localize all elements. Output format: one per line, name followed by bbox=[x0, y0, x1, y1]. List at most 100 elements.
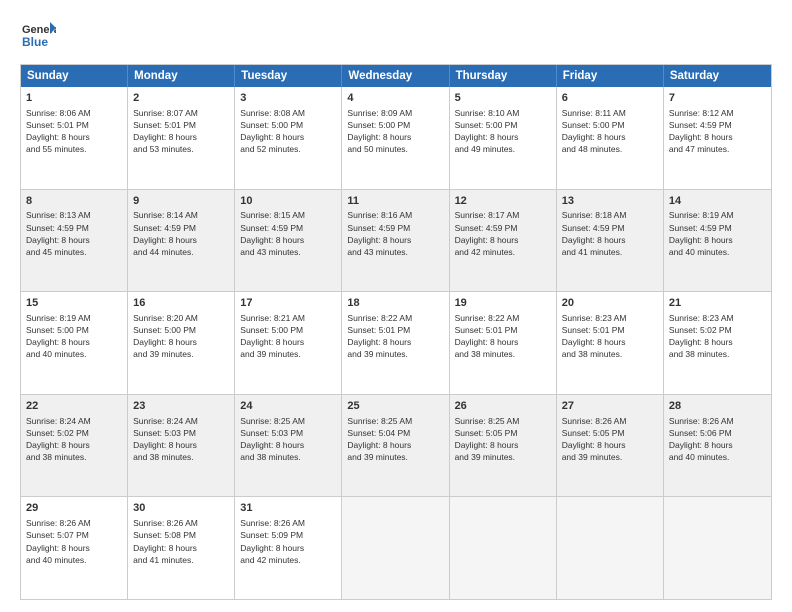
calendar-cell: 26 Sunrise: 8:25 AMSunset: 5:05 PMDayligh… bbox=[450, 395, 557, 497]
day-number: 6 bbox=[562, 91, 658, 106]
calendar-cell: 1 Sunrise: 8:06 AMSunset: 5:01 PMDaylight… bbox=[21, 87, 128, 189]
cell-info: Sunrise: 8:10 AMSunset: 5:00 PMDaylight:… bbox=[455, 108, 520, 154]
calendar: SundayMondayTuesdayWednesdayThursdayFrid… bbox=[20, 64, 772, 600]
day-number: 12 bbox=[455, 194, 551, 209]
calendar-cell: 19Sunrise: 8:22 AMSunset: 5:01 PMDayligh… bbox=[450, 292, 557, 394]
day-number: 19 bbox=[455, 296, 551, 311]
day-number: 16 bbox=[133, 296, 229, 311]
cell-info: Sunrise: 8:21 AMSunset: 5:00 PMDaylight:… bbox=[240, 313, 305, 359]
day-number: 1 bbox=[26, 91, 122, 106]
calendar-cell: 18Sunrise: 8:22 AMSunset: 5:01 PMDayligh… bbox=[342, 292, 449, 394]
day-number: 10 bbox=[240, 194, 336, 209]
calendar-cell: 7 Sunrise: 8:12 AMSunset: 4:59 PMDaylight… bbox=[664, 87, 771, 189]
cell-info: Sunrise: 8:25 AMSunset: 5:05 PMDaylight:… bbox=[455, 416, 520, 462]
day-number: 21 bbox=[669, 296, 766, 311]
page: General Blue SundayMondayTuesdayWednesda… bbox=[0, 0, 792, 612]
calendar-cell: 16 Sunrise: 8:20 AMSunset: 5:00 PMDayligh… bbox=[128, 292, 235, 394]
cell-info: Sunrise: 8:23 AMSunset: 5:01 PMDaylight:… bbox=[562, 313, 627, 359]
cell-info: Sunrise: 8:15 AMSunset: 4:59 PMDaylight:… bbox=[240, 210, 305, 256]
cell-info: Sunrise: 8:06 AMSunset: 5:01 PMDaylight:… bbox=[26, 108, 91, 154]
cell-info: Sunrise: 8:18 AMSunset: 4:59 PMDaylight:… bbox=[562, 210, 627, 256]
day-number: 4 bbox=[347, 91, 443, 106]
cell-info: Sunrise: 8:26 AMSunset: 5:09 PMDaylight:… bbox=[240, 518, 305, 564]
calendar-cell: 17Sunrise: 8:21 AMSunset: 5:00 PMDayligh… bbox=[235, 292, 342, 394]
calendar-cell: 2Sunrise: 8:07 AMSunset: 5:01 PMDaylight… bbox=[128, 87, 235, 189]
day-number: 23 bbox=[133, 399, 229, 414]
calendar-cell: 22Sunrise: 8:24 AMSunset: 5:02 PMDayligh… bbox=[21, 395, 128, 497]
cell-info: Sunrise: 8:26 AMSunset: 5:07 PMDaylight:… bbox=[26, 518, 91, 564]
calendar-cell: 4 Sunrise: 8:09 AMSunset: 5:00 PMDaylight… bbox=[342, 87, 449, 189]
day-number: 2 bbox=[133, 91, 229, 106]
calendar-cell bbox=[664, 497, 771, 599]
calendar-cell: 9Sunrise: 8:14 AMSunset: 4:59 PMDaylight… bbox=[128, 190, 235, 292]
cell-info: Sunrise: 8:24 AMSunset: 5:02 PMDaylight:… bbox=[26, 416, 91, 462]
calendar-row: 1 Sunrise: 8:06 AMSunset: 5:01 PMDaylight… bbox=[21, 87, 771, 189]
logo: General Blue bbox=[20, 18, 56, 54]
calendar-cell bbox=[557, 497, 664, 599]
day-number: 26 bbox=[455, 399, 551, 414]
cell-info: Sunrise: 8:12 AMSunset: 4:59 PMDaylight:… bbox=[669, 108, 734, 154]
cell-info: Sunrise: 8:26 AMSunset: 5:08 PMDaylight:… bbox=[133, 518, 198, 564]
cell-info: Sunrise: 8:24 AMSunset: 5:03 PMDaylight:… bbox=[133, 416, 198, 462]
cell-info: Sunrise: 8:19 AMSunset: 4:59 PMDaylight:… bbox=[669, 210, 734, 256]
day-number: 3 bbox=[240, 91, 336, 106]
calendar-cell: 24 Sunrise: 8:25 AMSunset: 5:03 PMDayligh… bbox=[235, 395, 342, 497]
cell-info: Sunrise: 8:22 AMSunset: 5:01 PMDaylight:… bbox=[347, 313, 412, 359]
cell-info: Sunrise: 8:13 AMSunset: 4:59 PMDaylight:… bbox=[26, 210, 91, 256]
cell-info: Sunrise: 8:23 AMSunset: 5:02 PMDaylight:… bbox=[669, 313, 734, 359]
calendar-cell: 20 Sunrise: 8:23 AMSunset: 5:01 PMDayligh… bbox=[557, 292, 664, 394]
header-day: Sunday bbox=[21, 65, 128, 87]
cell-info: Sunrise: 8:26 AMSunset: 5:06 PMDaylight:… bbox=[669, 416, 734, 462]
cell-info: Sunrise: 8:25 AMSunset: 5:03 PMDaylight:… bbox=[240, 416, 305, 462]
day-number: 9 bbox=[133, 194, 229, 209]
calendar-cell: 27 Sunrise: 8:26 AMSunset: 5:05 PMDayligh… bbox=[557, 395, 664, 497]
calendar-cell: 23 Sunrise: 8:24 AMSunset: 5:03 PMDayligh… bbox=[128, 395, 235, 497]
cell-info: Sunrise: 8:08 AMSunset: 5:00 PMDaylight:… bbox=[240, 108, 305, 154]
logo-svg: General Blue bbox=[20, 18, 56, 54]
header-day: Wednesday bbox=[342, 65, 449, 87]
calendar-row: 29 Sunrise: 8:26 AMSunset: 5:07 PMDayligh… bbox=[21, 496, 771, 599]
header-day: Tuesday bbox=[235, 65, 342, 87]
day-number: 30 bbox=[133, 501, 229, 516]
calendar-cell: 11Sunrise: 8:16 AMSunset: 4:59 PMDayligh… bbox=[342, 190, 449, 292]
day-number: 25 bbox=[347, 399, 443, 414]
calendar-cell bbox=[450, 497, 557, 599]
day-number: 27 bbox=[562, 399, 658, 414]
cell-info: Sunrise: 8:14 AMSunset: 4:59 PMDaylight:… bbox=[133, 210, 198, 256]
calendar-cell bbox=[342, 497, 449, 599]
calendar-cell: 31Sunrise: 8:26 AMSunset: 5:09 PMDayligh… bbox=[235, 497, 342, 599]
header: General Blue bbox=[20, 18, 772, 54]
calendar-cell: 8Sunrise: 8:13 AMSunset: 4:59 PMDaylight… bbox=[21, 190, 128, 292]
calendar-cell: 29 Sunrise: 8:26 AMSunset: 5:07 PMDayligh… bbox=[21, 497, 128, 599]
day-number: 7 bbox=[669, 91, 766, 106]
day-number: 29 bbox=[26, 501, 122, 516]
day-number: 5 bbox=[455, 91, 551, 106]
cell-info: Sunrise: 8:19 AMSunset: 5:00 PMDaylight:… bbox=[26, 313, 91, 359]
cell-info: Sunrise: 8:09 AMSunset: 5:00 PMDaylight:… bbox=[347, 108, 412, 154]
day-number: 24 bbox=[240, 399, 336, 414]
day-number: 11 bbox=[347, 194, 443, 209]
day-number: 14 bbox=[669, 194, 766, 209]
day-number: 28 bbox=[669, 399, 766, 414]
day-number: 15 bbox=[26, 296, 122, 311]
cell-info: Sunrise: 8:20 AMSunset: 5:00 PMDaylight:… bbox=[133, 313, 198, 359]
calendar-row: 15 Sunrise: 8:19 AMSunset: 5:00 PMDayligh… bbox=[21, 291, 771, 394]
header-day: Friday bbox=[557, 65, 664, 87]
cell-info: Sunrise: 8:26 AMSunset: 5:05 PMDaylight:… bbox=[562, 416, 627, 462]
day-number: 20 bbox=[562, 296, 658, 311]
calendar-cell: 25 Sunrise: 8:25 AMSunset: 5:04 PMDayligh… bbox=[342, 395, 449, 497]
calendar-header: SundayMondayTuesdayWednesdayThursdayFrid… bbox=[21, 65, 771, 87]
calendar-cell: 10Sunrise: 8:15 AMSunset: 4:59 PMDayligh… bbox=[235, 190, 342, 292]
cell-info: Sunrise: 8:25 AMSunset: 5:04 PMDaylight:… bbox=[347, 416, 412, 462]
calendar-cell: 13Sunrise: 8:18 AMSunset: 4:59 PMDayligh… bbox=[557, 190, 664, 292]
cell-info: Sunrise: 8:11 AMSunset: 5:00 PMDaylight:… bbox=[562, 108, 626, 154]
cell-info: Sunrise: 8:16 AMSunset: 4:59 PMDaylight:… bbox=[347, 210, 412, 256]
calendar-row: 8Sunrise: 8:13 AMSunset: 4:59 PMDaylight… bbox=[21, 189, 771, 292]
header-day: Monday bbox=[128, 65, 235, 87]
calendar-body: 1 Sunrise: 8:06 AMSunset: 5:01 PMDaylight… bbox=[21, 87, 771, 599]
cell-info: Sunrise: 8:17 AMSunset: 4:59 PMDaylight:… bbox=[455, 210, 520, 256]
calendar-cell: 21 Sunrise: 8:23 AMSunset: 5:02 PMDayligh… bbox=[664, 292, 771, 394]
header-day: Saturday bbox=[664, 65, 771, 87]
calendar-cell: 3 Sunrise: 8:08 AMSunset: 5:00 PMDaylight… bbox=[235, 87, 342, 189]
day-number: 8 bbox=[26, 194, 122, 209]
